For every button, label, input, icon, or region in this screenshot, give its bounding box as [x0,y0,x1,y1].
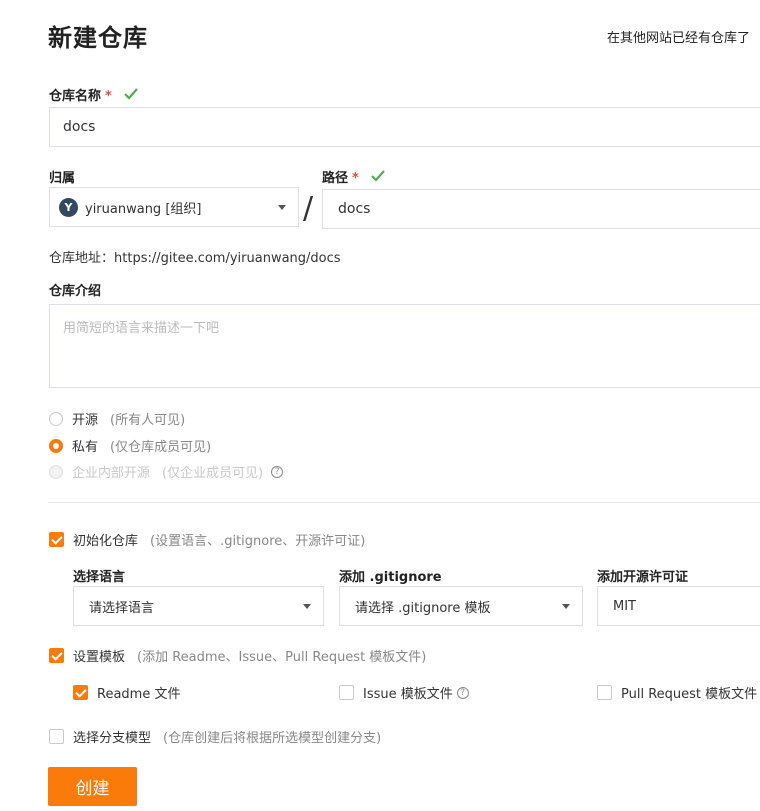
radio-label: 私有 [72,440,99,455]
radio-hint: (仅企业成员可见) [162,466,264,481]
radio-label: 开源 [72,413,99,428]
radio-enterprise: 企业内部开源 (仅企业成员可见) ? [49,462,284,481]
repo-address-label: 仓库地址： [49,251,115,266]
valid-check-icon [371,170,385,186]
owner-label: 归属 [49,171,76,186]
radio-button[interactable] [49,438,63,453]
gitignore-label: 添加 .gitignore [339,570,442,585]
checkbox[interactable] [49,648,64,663]
owner-value: yiruanwang [组织] [85,201,202,217]
checkbox-label: 设置模板 [73,650,126,665]
owner-select[interactable]: Y yiruanwang [组织] [49,187,299,227]
checkbox-label: 初始化仓库 [73,534,139,549]
radio-private[interactable]: 私有 (仅仓库成员可见) [49,436,211,455]
checkbox-label: Pull Request 模板文件 [621,687,758,702]
repo-address: 仓库地址：https://gitee.com/yiruanwang/docs [49,247,341,266]
language-label: 选择语言 [73,570,126,585]
chevron-down-icon [562,604,570,609]
license-select[interactable]: MIT [597,586,760,626]
init-repo-checkbox[interactable]: 初始化仓库 (设置语言、.gitignore、开源许可证) [49,530,365,549]
license-label: 添加开源许可证 [597,570,689,585]
radio-label: 企业内部开源 [72,466,151,481]
gitignore-select[interactable]: 请选择 .gitignore 模板 [339,586,583,626]
repo-name-input[interactable]: docs [49,107,760,147]
checkbox[interactable] [49,729,64,744]
help-icon[interactable]: ? [271,465,284,478]
path-label: 路径 * [322,167,385,186]
create-button[interactable]: 创建 [48,767,137,806]
checkbox-hint: (设置语言、.gitignore、开源许可证) [150,534,366,549]
radio-hint: (仅仓库成员可见) [110,440,212,455]
valid-check-icon [124,88,138,104]
description-placeholder: 用简短的语言来描述一下吧 [63,321,220,336]
divider [48,502,760,503]
radio-hint: (所有人可见) [110,413,186,428]
checkbox-hint: (仓库创建后将根据所选模型创建分支) [163,731,382,746]
checkbox-label: Issue 模板文件 [363,687,453,702]
import-repo-link[interactable]: 在其他网站已经有仓库了 [607,27,750,46]
pr-template-checkbox[interactable]: Pull Request 模板文件 [597,683,757,702]
readme-checkbox[interactable]: Readme 文件 [73,683,180,702]
radio-button[interactable] [49,411,63,426]
checkbox[interactable] [73,685,88,700]
checkbox[interactable] [49,532,64,547]
language-select[interactable]: 请选择语言 [73,586,324,626]
path-separator: / [303,191,314,226]
checkbox[interactable] [597,685,612,700]
path-input[interactable]: docs [322,189,760,229]
page-title: 新建仓库 [48,24,148,52]
checkbox-label: Readme 文件 [97,687,181,702]
avatar: Y [59,197,78,217]
chevron-down-icon [303,604,311,609]
path-value: docs [338,201,371,217]
checkbox-label: 选择分支模型 [73,731,152,746]
chevron-down-icon [278,205,286,210]
template-checkbox[interactable]: 设置模板 (添加 Readme、Issue、Pull Request 模板文件) [49,646,426,665]
help-icon[interactable]: ? [456,686,469,699]
required-mark: * [105,89,112,104]
issue-template-checkbox[interactable]: Issue 模板文件 ? [339,683,469,702]
repo-address-value: https://gitee.com/yiruanwang/docs [114,251,341,266]
repo-name-label: 仓库名称 * [49,85,138,104]
checkbox[interactable] [339,685,354,700]
radio-public[interactable]: 开源 (所有人可见) [49,409,185,428]
license-value: MIT [613,598,636,614]
repo-name-value: docs [63,119,96,135]
required-mark: * [352,171,359,186]
radio-button [49,464,63,479]
branch-model-checkbox[interactable]: 选择分支模型 (仓库创建后将根据所选模型创建分支) [49,727,381,746]
gitignore-value: 请选择 .gitignore 模板 [355,600,491,616]
checkbox-hint: (添加 Readme、Issue、Pull Request 模板文件) [137,650,427,665]
language-value: 请选择语言 [89,600,155,616]
description-label: 仓库介绍 [49,284,102,299]
description-textarea[interactable]: 用简短的语言来描述一下吧 [49,304,760,388]
